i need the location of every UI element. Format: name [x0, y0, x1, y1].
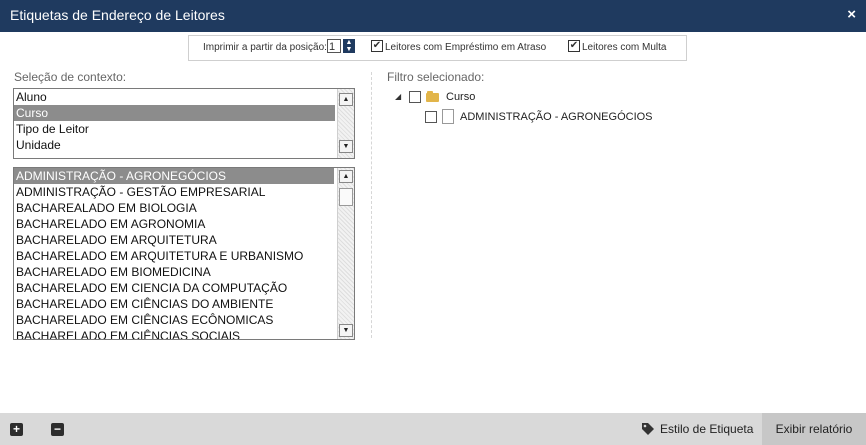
tag-icon [642, 423, 654, 435]
start-position-label: Imprimir a partir da posição: [203, 42, 327, 53]
spinner-arrows-icon[interactable]: ▲ ▼ [343, 39, 355, 53]
scroll-up-icon[interactable]: ▲ [339, 93, 353, 106]
tree-root-label: Curso [446, 91, 476, 103]
start-position-input[interactable]: 1 [327, 39, 341, 53]
scroll-up-icon[interactable]: ▲ [339, 170, 353, 183]
context-type-scrollbar[interactable]: ▲ ▼ [337, 89, 354, 158]
tree-child-checkbox[interactable] [425, 111, 437, 123]
context-selection-label: Seleção de contexto: [14, 70, 127, 84]
list-item[interactable]: BACHARELADO EM ARQUITETURA [14, 232, 334, 248]
minus-icon[interactable]: − [51, 423, 64, 436]
scroll-down-icon[interactable]: ▼ [339, 140, 353, 153]
list-item[interactable]: BACHARELADO EM CIÊNCIAS ECÔNOMICAS [14, 312, 334, 328]
label-style-button[interactable]: Estilo de Etiqueta [634, 413, 761, 445]
fines-label: Leitores com Multa [582, 42, 667, 53]
close-icon[interactable]: × [847, 6, 856, 23]
overdue-loans-label: Leitores com Empréstimo em Atraso [385, 42, 547, 53]
context-value-list[interactable]: ADMINISTRAÇÃO - AGRONEGÓCIOS ADMINISTRAÇ… [13, 167, 355, 340]
list-item[interactable]: Tipo de Leitor [14, 121, 335, 137]
list-item-selected[interactable]: ADMINISTRAÇÃO - AGRONEGÓCIOS [14, 168, 334, 184]
list-item[interactable]: BACHARELADO EM CIÊNCIAS SOCIAIS [14, 328, 334, 339]
expand-triangle-icon[interactable]: ◢ [395, 92, 401, 101]
list-item[interactable]: BACHARELADO EM BIOMEDICINA [14, 264, 334, 280]
tree-root-checkbox[interactable] [409, 91, 421, 103]
list-item-selected[interactable]: Curso [14, 105, 335, 121]
list-item[interactable]: BACHARELADO EM ARQUITETURA E URBANISMO [14, 248, 334, 264]
plus-icon[interactable]: + [10, 423, 23, 436]
panel-divider [371, 72, 372, 338]
selected-filter-label: Filtro selecionado: [387, 70, 485, 84]
list-item[interactable]: ADMINISTRAÇÃO - GESTÃO EMPRESARIAL [14, 184, 334, 200]
title-bar: Etiquetas de Endereço de Leitores × [0, 0, 866, 32]
window-title: Etiquetas de Endereço de Leitores [10, 7, 225, 23]
context-type-list[interactable]: Aluno Curso Tipo de Leitor Unidade ▲ ▼ [13, 88, 355, 159]
scroll-thumb[interactable] [339, 188, 353, 206]
scroll-down-icon[interactable]: ▼ [339, 324, 353, 337]
overdue-loans-checkbox[interactable]: ✔ [371, 40, 383, 52]
fines-checkbox[interactable]: ✔ [568, 40, 580, 52]
footer-toolbar: + − Estilo de Etiqueta Exibir relatório [0, 413, 866, 445]
show-report-button[interactable]: Exibir relatório [762, 413, 866, 445]
list-item[interactable]: BACHAREALADO EM BIOLOGIA [14, 200, 334, 216]
list-item[interactable]: Unidade [14, 137, 335, 153]
list-item[interactable]: BACHARELADO EM AGRONOMIA [14, 216, 334, 232]
document-icon [442, 109, 454, 124]
label-style-text: Estilo de Etiqueta [660, 422, 754, 436]
list-item[interactable]: BACHARELADO EM CIÊNCIAS DO AMBIENTE [14, 296, 334, 312]
list-item[interactable]: BACHARELADO EM CIENCIA DA COMPUTAÇÃO [14, 280, 334, 296]
print-options-bar: Imprimir a partir da posição: 1 ▲ ▼ ✔ Lei… [188, 35, 687, 61]
folder-icon [426, 90, 439, 102]
list-item[interactable]: Aluno [14, 89, 335, 105]
context-value-scrollbar[interactable]: ▲ ▼ [337, 168, 354, 339]
tree-child-label: ADMINISTRAÇÃO - AGRONEGÓCIOS [460, 111, 653, 123]
